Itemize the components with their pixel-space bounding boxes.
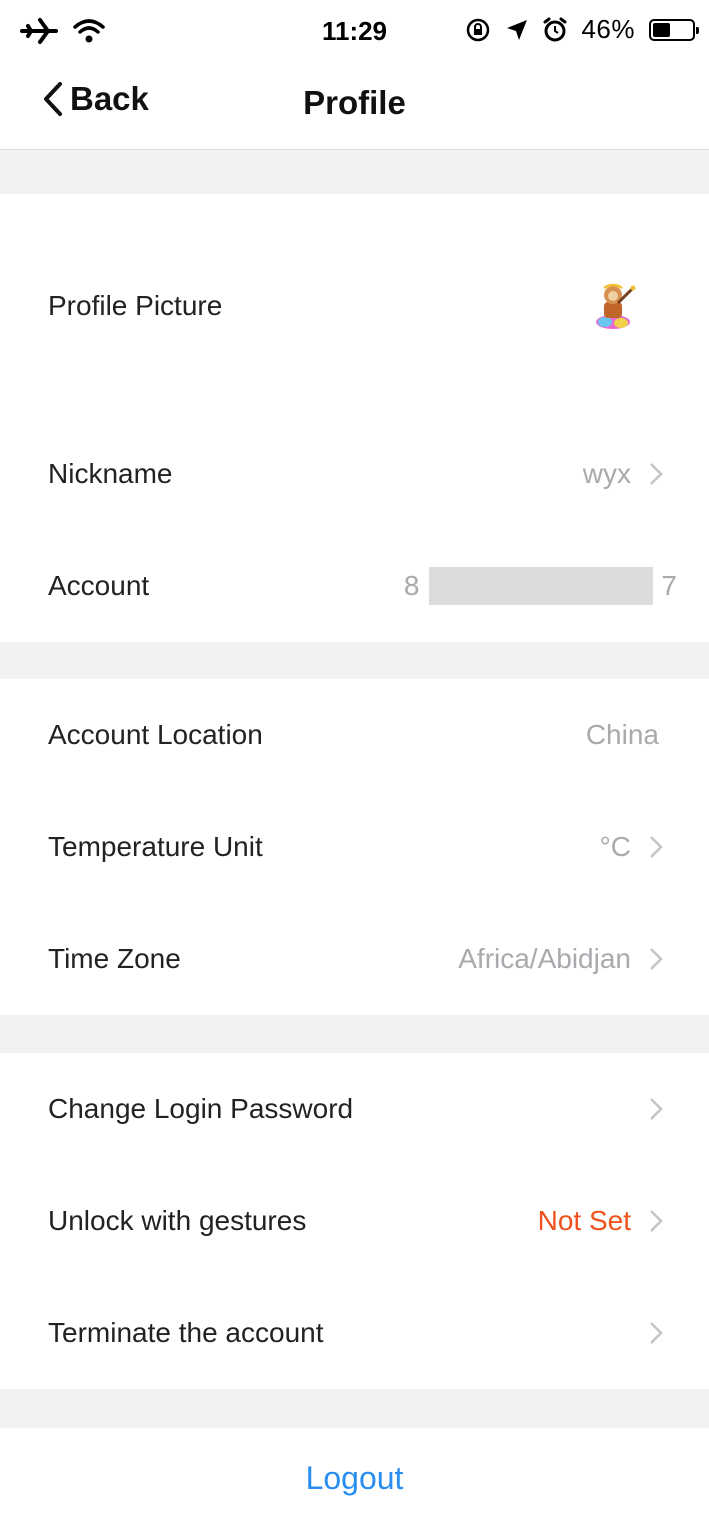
navigation-bar: Back Profile <box>0 66 709 150</box>
account-location-value: China <box>585 719 659 750</box>
terminate-account-label: Terminate the account <box>48 1317 324 1348</box>
temperature-unit-value-group: °C <box>600 831 667 863</box>
logout-area: Logout <box>0 1428 709 1528</box>
nickname-row[interactable]: Nickname wyx <box>0 418 709 530</box>
nickname-value: wyx <box>582 458 631 489</box>
nickname-value-group: wyx <box>583 458 667 490</box>
time-zone-row[interactable]: Time Zone Africa/Abidjan <box>0 903 709 1015</box>
chevron-right-icon <box>645 1208 667 1234</box>
battery-icon <box>649 18 699 41</box>
account-label: Account <box>48 570 150 601</box>
time-zone-value: Africa/Abidjan <box>458 943 631 974</box>
profile-picture-label: Profile Picture <box>48 290 223 321</box>
nickname-label: Nickname <box>48 458 173 489</box>
account-location-value-group: China <box>586 719 659 751</box>
alarm-icon <box>543 17 567 41</box>
chevron-right-icon <box>645 1320 667 1346</box>
battery-percent: 46% <box>581 14 635 44</box>
temperature-unit-value: °C <box>599 831 631 862</box>
profile-screen: 11:29 46% Back Profile Profile Picture N… <box>0 0 709 1528</box>
gesture-unlock-label: Unlock with gestures <box>48 1205 307 1236</box>
account-value-suffix: 7 <box>661 570 677 601</box>
time-zone-value-group: Africa/Abidjan <box>458 943 667 975</box>
time-zone-label: Time Zone <box>48 943 181 974</box>
terminate-account-row[interactable]: Terminate the account <box>0 1277 709 1389</box>
status-bar: 11:29 46% <box>0 0 709 66</box>
change-password-label: Change Login Password <box>48 1093 354 1124</box>
terminate-account-value-group <box>645 1320 667 1346</box>
account-row: Account 8 7 <box>0 530 709 642</box>
gesture-unlock-row[interactable]: Unlock with gestures Not Set <box>0 1165 709 1277</box>
battery-fill <box>653 22 670 37</box>
change-password-value-group <box>645 1096 667 1122</box>
gesture-unlock-status: Not Set <box>537 1205 631 1236</box>
settings-group: Account Location China Temperature Unit … <box>0 679 709 1015</box>
account-value-group: 8 7 <box>404 567 677 605</box>
status-right: 46% <box>465 14 699 45</box>
account-location-label: Account Location <box>48 719 263 750</box>
temperature-unit-label: Temperature Unit <box>48 831 263 862</box>
chevron-right-icon <box>645 946 667 972</box>
change-password-row[interactable]: Change Login Password <box>0 1053 709 1165</box>
location-arrow-icon <box>507 19 528 40</box>
avatar[interactable] <box>589 280 637 332</box>
chevron-right-icon <box>645 1096 667 1122</box>
logout-button[interactable]: Logout <box>306 1460 404 1497</box>
battery-tip <box>696 26 699 34</box>
account-location-row: Account Location China <box>0 679 709 791</box>
chevron-right-icon <box>645 461 667 487</box>
gesture-unlock-value-group: Not Set <box>538 1205 667 1237</box>
security-group: Change Login Password Unlock with gestur… <box>0 1053 709 1389</box>
profile-picture-row[interactable]: Profile Picture <box>0 194 709 418</box>
profile-group: Profile Picture Nickname wyx Account 8 7 <box>0 194 709 642</box>
temperature-unit-row[interactable]: Temperature Unit °C <box>0 791 709 903</box>
orientation-lock-icon <box>467 18 490 41</box>
account-value-prefix: 8 <box>403 570 420 601</box>
chevron-right-icon <box>645 834 667 860</box>
account-redaction <box>429 567 654 605</box>
page-title: Profile <box>303 84 406 121</box>
